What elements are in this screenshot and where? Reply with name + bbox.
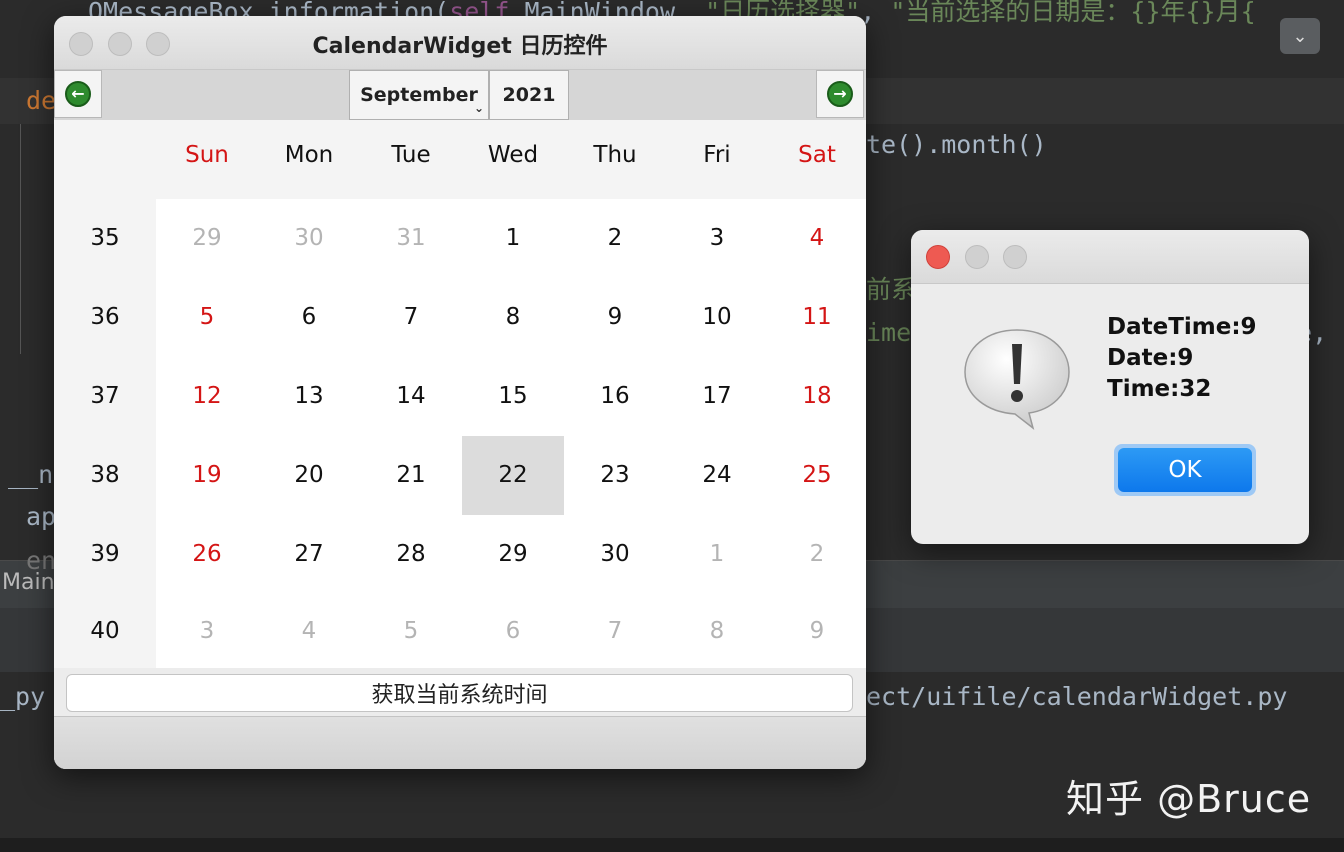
message-text: DateTime:9 Date:9 Time:32: [1107, 312, 1257, 405]
day-cell[interactable]: 25: [766, 436, 866, 515]
run-output-line-left: _py: [0, 682, 46, 711]
ok-button-focus-ring: OK: [1114, 444, 1256, 496]
day-cell[interactable]: 19: [156, 436, 258, 515]
chevron-down-icon: ⌄: [473, 101, 484, 115]
day-cell[interactable]: 13: [258, 357, 360, 436]
day-cell[interactable]: 21: [360, 436, 462, 515]
day-cell[interactable]: 4: [766, 199, 866, 278]
code-line-ap: ap: [26, 502, 57, 531]
day-cell[interactable]: 12: [156, 357, 258, 436]
message-box-titlebar: [911, 230, 1309, 284]
day-cell[interactable]: 6: [258, 278, 360, 357]
code-line-ime: ime: [866, 318, 912, 347]
chevron-down-icon: ⌄: [1292, 25, 1308, 47]
ok-button[interactable]: OK: [1118, 448, 1252, 492]
message-line-time: Time:32: [1107, 376, 1212, 402]
day-cell[interactable]: 5: [360, 594, 462, 668]
day-cell-selected[interactable]: 22: [462, 436, 564, 515]
run-tab-label[interactable]: Main: [2, 570, 55, 595]
day-cell[interactable]: 29: [462, 515, 564, 594]
status-strip: [0, 838, 1344, 852]
close-message-button[interactable]: [926, 245, 950, 269]
arrow-left-icon: ←: [65, 81, 91, 107]
day-cell[interactable]: 31: [360, 199, 462, 278]
code-line-main: __n: [8, 460, 54, 489]
day-cell[interactable]: 16: [564, 357, 666, 436]
indent-guide: [20, 124, 21, 354]
day-header-fri: Fri: [703, 142, 731, 168]
day-cell[interactable]: 24: [666, 436, 768, 515]
day-cell[interactable]: 1: [462, 199, 564, 278]
day-cell[interactable]: 7: [564, 594, 666, 668]
message-box-window: DateTime:9 Date:9 Time:32 OK: [911, 230, 1309, 544]
day-header-thu: Thu: [593, 142, 637, 168]
prev-month-button[interactable]: ←: [54, 70, 102, 118]
day-cell[interactable]: 9: [564, 278, 666, 357]
code-line-def: de: [26, 86, 57, 115]
week-number: 39: [90, 541, 120, 567]
week-number: 40: [90, 618, 120, 644]
year-spinbox[interactable]: 2021: [489, 70, 569, 120]
calendar-titlebar: CalendarWidget 日历控件: [54, 16, 866, 70]
collapse-panel-button[interactable]: ⌄: [1280, 18, 1320, 54]
calendar-window: CalendarWidget 日历控件 ← September ⌄ 2021 →…: [54, 16, 866, 769]
day-cell[interactable]: 14: [360, 357, 462, 436]
day-cell[interactable]: 27: [258, 515, 360, 594]
code-line-month: te().month(): [866, 130, 1047, 159]
week-number: 36: [90, 304, 120, 330]
day-cell[interactable]: 4: [258, 594, 360, 668]
run-output-path: ect/uifile/calendarWidget.py: [866, 682, 1288, 711]
day-header-mon: Mon: [284, 142, 334, 168]
day-cell[interactable]: 11: [766, 278, 866, 357]
next-month-button[interactable]: →: [816, 70, 864, 118]
day-cell[interactable]: 8: [666, 594, 768, 668]
day-cell[interactable]: 6: [462, 594, 564, 668]
get-system-time-button[interactable]: 获取当前系统时间: [66, 674, 853, 712]
day-cell[interactable]: 7: [360, 278, 462, 357]
zoom-message-button: [1003, 245, 1027, 269]
day-cell[interactable]: 23: [564, 436, 666, 515]
day-cell[interactable]: 2: [564, 199, 666, 278]
week-number: 35: [90, 225, 120, 251]
week-number: 37: [90, 383, 120, 409]
day-cell[interactable]: 30: [258, 199, 360, 278]
footer-strip: [54, 716, 866, 769]
day-cell[interactable]: 5: [156, 278, 258, 357]
day-header-sat: Sat: [798, 142, 836, 168]
month-select[interactable]: September ⌄: [349, 70, 489, 120]
window-title: CalendarWidget 日历控件: [312, 34, 608, 59]
day-cell[interactable]: 20: [258, 436, 360, 515]
calendar-grid: Sun Mon Tue Wed Thu Fri Sat 35 29 30 31 1 2 3 4 36 5 6 7 8 9…: [54, 120, 866, 668]
warning-speech-bubble-icon: [964, 329, 1070, 430]
day-header-wed: Wed: [487, 142, 539, 168]
day-cell[interactable]: 2: [766, 515, 866, 594]
calendar-navigation-bar: ← September ⌄ 2021 →: [54, 70, 866, 120]
day-cell[interactable]: 15: [462, 357, 564, 436]
day-cell[interactable]: 30: [564, 515, 666, 594]
arrow-right-icon: →: [827, 81, 853, 107]
message-line-date: Date:9: [1107, 345, 1194, 371]
day-header-tue: Tue: [391, 142, 431, 168]
day-cell[interactable]: 17: [666, 357, 768, 436]
minimize-message-button: [965, 245, 989, 269]
day-cell[interactable]: 9: [766, 594, 866, 668]
day-cell[interactable]: 3: [666, 199, 768, 278]
day-cell[interactable]: 26: [156, 515, 258, 594]
day-cell[interactable]: 1: [666, 515, 768, 594]
day-cell[interactable]: 3: [156, 594, 258, 668]
calendar-footer: 获取当前系统时间: [54, 668, 866, 769]
day-cell[interactable]: 8: [462, 278, 564, 357]
day-cell[interactable]: 28: [360, 515, 462, 594]
month-label: September: [360, 84, 478, 106]
watermark-text: 知乎 @Bruce: [1066, 777, 1312, 821]
day-cell[interactable]: 10: [666, 278, 768, 357]
day-cell[interactable]: 18: [766, 357, 866, 436]
day-cell[interactable]: 29: [156, 199, 258, 278]
message-line-datetime: DateTime:9: [1107, 314, 1257, 340]
week-number: 38: [90, 462, 120, 488]
day-header-sun: Sun: [185, 142, 229, 168]
